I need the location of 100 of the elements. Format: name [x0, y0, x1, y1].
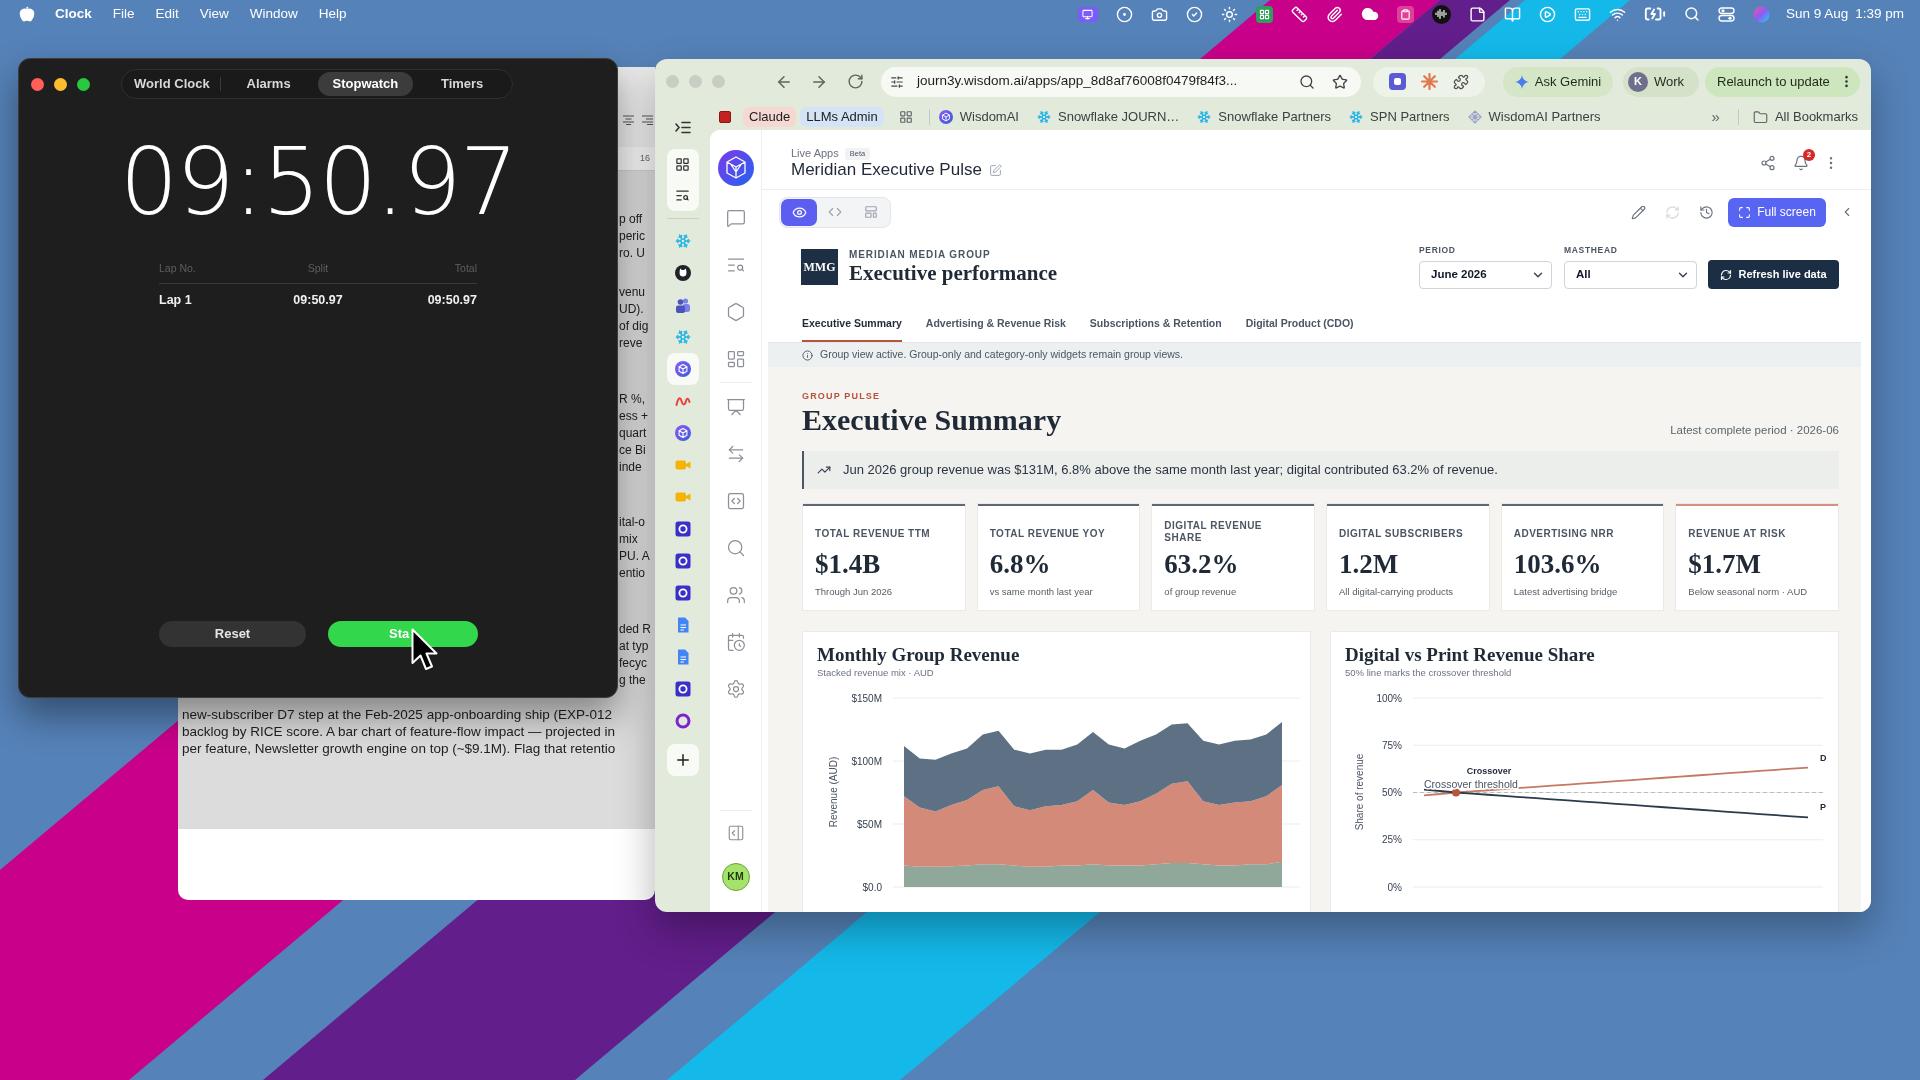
settings-icon[interactable] — [725, 678, 746, 699]
search-list-icon[interactable] — [675, 188, 690, 203]
menu-item[interactable]: Window — [249, 3, 298, 25]
text-fragment: venu UD). of dig reve — [619, 284, 649, 352]
ruler-icon[interactable] — [1290, 5, 1308, 23]
check-circle-icon[interactable] — [1185, 5, 1203, 23]
puzzle-icon[interactable] — [1453, 73, 1470, 90]
info-text: Group view active. Group-only and category-only widgets remain group views. — [820, 347, 1183, 363]
snowflake-icon — [1197, 110, 1212, 124]
kpi-value: $1.4B — [815, 549, 881, 579]
bookmarks-overflow-button[interactable]: » — [1711, 105, 1720, 129]
select-field[interactable]: June 2026 — [1419, 261, 1552, 289]
sun-icon[interactable] — [1220, 5, 1238, 23]
keyboard-icon[interactable] — [1573, 5, 1591, 23]
report-title: Executive performance — [849, 261, 1058, 285]
report-tab[interactable]: Advertising & Revenue Risk — [925, 300, 1066, 342]
reload-icon[interactable] — [847, 73, 864, 90]
new-tab-button[interactable] — [666, 744, 699, 776]
bookmark-link[interactable]: Snowflake Partners — [1197, 107, 1332, 127]
crossover-point — [1452, 788, 1460, 797]
full-screen-button[interactable]: Full screen — [1728, 197, 1826, 227]
bookmark-link[interactable]: WisdomAI — [938, 107, 1019, 127]
report-tab[interactable]: Digital Product (CDO) — [1245, 300, 1354, 342]
menu-item[interactable]: Edit — [155, 3, 179, 25]
note-icon[interactable] — [1468, 5, 1486, 23]
tab-group-chip[interactable]: Claude — [743, 107, 797, 127]
zoom-icon[interactable] — [1299, 73, 1315, 90]
bookmark-link[interactable]: SPN Partners — [1349, 107, 1450, 127]
cloud-icon[interactable] — [1360, 5, 1379, 23]
chat-bubble-icon[interactable] — [725, 207, 746, 228]
paperclip-icon[interactable] — [1325, 5, 1343, 23]
axis-tick-label: $100M — [851, 755, 882, 767]
record-icon[interactable] — [1115, 5, 1133, 23]
bell-icon[interactable] — [1793, 155, 1809, 171]
reset-button[interactable]: Reset — [159, 621, 306, 647]
play-icon[interactable] — [1538, 5, 1556, 23]
bookmark-link[interactable]: Snowflake JOURN… — [1037, 107, 1180, 127]
panel-expand-icon[interactable] — [726, 824, 745, 842]
ask-button[interactable]: Ask Gemini — [1503, 66, 1613, 97]
menu-item[interactable]: Help — [318, 3, 347, 25]
search-icon[interactable] — [725, 537, 746, 558]
code-icon[interactable] — [725, 490, 746, 511]
tab[interactable]: Stopwatch — [317, 72, 414, 96]
tab[interactable]: Timers — [414, 72, 510, 96]
minimize-button[interactable] — [54, 77, 67, 91]
toggles-icon[interactable] — [1717, 6, 1735, 22]
menu-item[interactable]: View — [199, 3, 229, 25]
sparkle-icon — [1514, 74, 1529, 89]
user-avatar[interactable]: KM — [721, 863, 750, 891]
app-logo-icon[interactable] — [717, 150, 754, 186]
presentation-icon[interactable] — [725, 396, 746, 417]
square-favicon-icon[interactable] — [719, 111, 731, 123]
book-icon[interactable] — [1503, 5, 1521, 23]
edit-icon[interactable] — [1631, 204, 1646, 220]
bookmark-link[interactable]: WisdomAI Partners — [1467, 107, 1601, 127]
tab[interactable]: World Clock — [124, 72, 220, 96]
menu-bar-time[interactable]: 1:39 pm — [1855, 3, 1904, 25]
refresh-data-button[interactable]: Refresh live data — [1708, 260, 1839, 289]
relaunch-button[interactable]: Relaunch to update — [1705, 66, 1860, 97]
apple-icon[interactable] — [19, 6, 35, 22]
menu-bar-date[interactable]: Sun 9 Aug — [1785, 3, 1849, 25]
report-tab[interactable]: Subscriptions & Retention — [1089, 300, 1222, 342]
users-icon[interactable] — [725, 584, 746, 605]
address-bar[interactable]: journ3y.wisdom.ai/apps/app_8d8af76008f0479f84f3... — [881, 66, 1361, 97]
fullscreen-icon — [1738, 205, 1752, 219]
site-settings-icon[interactable] — [890, 74, 904, 89]
close-button[interactable] — [31, 77, 44, 91]
dashboard-icon[interactable] — [725, 348, 746, 369]
starburst-icon[interactable] — [1421, 73, 1438, 90]
tab[interactable]: Alarms — [220, 72, 317, 96]
camera-icon[interactable] — [1150, 5, 1168, 23]
kpi-note: Below seasonal norm · AUD — [1688, 586, 1808, 598]
axis-tick-label: 100% — [1376, 692, 1402, 704]
menu-item[interactable]: File — [112, 3, 135, 25]
kpi-value: 6.8% — [989, 549, 1051, 579]
profile-button[interactable]: K Work — [1623, 66, 1699, 97]
kpi-note: Through Jun 2026 — [815, 586, 893, 598]
all-bookmarks-link[interactable]: All Bookmarks — [1752, 107, 1858, 127]
breadcrumb-link[interactable]: Live Apps — [791, 147, 839, 160]
calendar-clock-icon[interactable] — [725, 631, 746, 652]
zoom-button[interactable] — [77, 77, 90, 91]
share-icon[interactable] — [1760, 155, 1776, 171]
align-center-icon[interactable] — [623, 115, 634, 125]
grid-icon[interactable] — [675, 157, 690, 172]
apps-grid-icon[interactable] — [898, 110, 913, 124]
select-field[interactable]: All — [1564, 261, 1697, 289]
bookmark-star-icon[interactable] — [1332, 73, 1348, 90]
menu-app-name[interactable]: Clock — [55, 3, 92, 25]
search-icon[interactable] — [1683, 6, 1700, 22]
history-icon[interactable] — [1699, 204, 1714, 220]
axis-tick-label: $150M — [851, 692, 882, 704]
kpi-label: TOTAL REVENUE YOY — [989, 528, 1106, 540]
sidebar-toggle-icon[interactable] — [674, 120, 691, 134]
app-tile-icon[interactable] — [1388, 73, 1406, 90]
hexagon-icon[interactable] — [725, 301, 746, 322]
align-right-icon[interactable] — [642, 115, 653, 125]
tab-group-chip[interactable]: LLMs Admin — [800, 107, 884, 127]
kpi-value: 63.2% — [1164, 549, 1239, 579]
view-mode-tab[interactable] — [781, 198, 817, 226]
app-tile-icon — [674, 521, 691, 537]
